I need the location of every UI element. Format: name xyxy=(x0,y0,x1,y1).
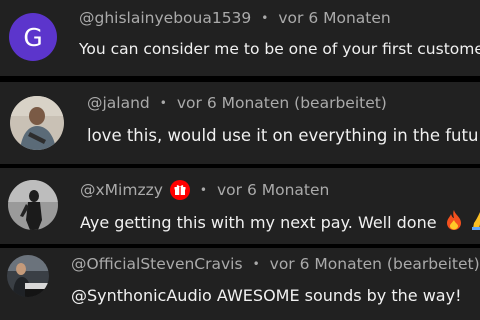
author-name[interactable]: @OfficialStevenCravis xyxy=(71,255,243,273)
folded-hands-emoji xyxy=(471,210,480,234)
avatar[interactable]: G xyxy=(9,13,57,61)
avatar-letter: G xyxy=(23,22,43,52)
avatar-photo xyxy=(10,96,64,150)
comment-item: @xMimzzy • vor 6 Monaten Aye getting thi… xyxy=(0,168,480,244)
comment-meta: @OfficialStevenCravis • vor 6 Monaten (b… xyxy=(71,255,480,273)
gift-badge-icon xyxy=(169,180,190,200)
comment-text: Aye getting this with my next pay. Well … xyxy=(80,212,437,232)
meta-separator: • xyxy=(261,11,269,25)
avatar-photo xyxy=(7,255,49,297)
comment-text: @SynthonicAudio AWESOME sounds by the wa… xyxy=(71,286,462,305)
avatar[interactable] xyxy=(7,255,49,297)
comment-item: @jaland • vor 6 Monaten (bearbeitet) lov… xyxy=(0,82,480,164)
comment-text-row: Aye getting this with my next pay. Well … xyxy=(80,210,480,234)
avatar[interactable] xyxy=(8,180,58,230)
comment-text: You can consider me to be one of your fi… xyxy=(79,40,480,58)
meta-separator: • xyxy=(159,96,167,110)
comment-time[interactable]: vor 6 Monaten (bearbeitet) xyxy=(177,94,387,112)
comment-time[interactable]: vor 6 Monaten (bearbeitet) xyxy=(270,255,480,273)
comment-text: love this, would use it on everything in… xyxy=(87,126,480,145)
comment-item: @OfficialStevenCravis • vor 6 Monaten (b… xyxy=(0,248,480,320)
comment-meta: @jaland • vor 6 Monaten (bearbeitet) xyxy=(87,94,387,112)
comment-time[interactable]: vor 6 Monaten xyxy=(278,9,390,27)
avatar-photo xyxy=(8,180,58,230)
author-name[interactable]: @ghislainyeboua1539 xyxy=(79,9,251,27)
author-name[interactable]: @xMimzzy xyxy=(80,181,163,199)
comment-time[interactable]: vor 6 Monaten xyxy=(217,181,329,199)
meta-separator: • xyxy=(199,183,207,197)
comment-meta: @xMimzzy • vor 6 Monaten xyxy=(80,180,329,200)
meta-separator: • xyxy=(252,257,260,271)
comment-item: G @ghislainyeboua1539 • vor 6 Monaten Yo… xyxy=(0,0,480,76)
comment-meta: @ghislainyeboua1539 • vor 6 Monaten xyxy=(79,9,391,27)
author-name[interactable]: @jaland xyxy=(87,94,150,112)
fire-emoji xyxy=(445,210,463,234)
avatar[interactable] xyxy=(10,96,64,150)
